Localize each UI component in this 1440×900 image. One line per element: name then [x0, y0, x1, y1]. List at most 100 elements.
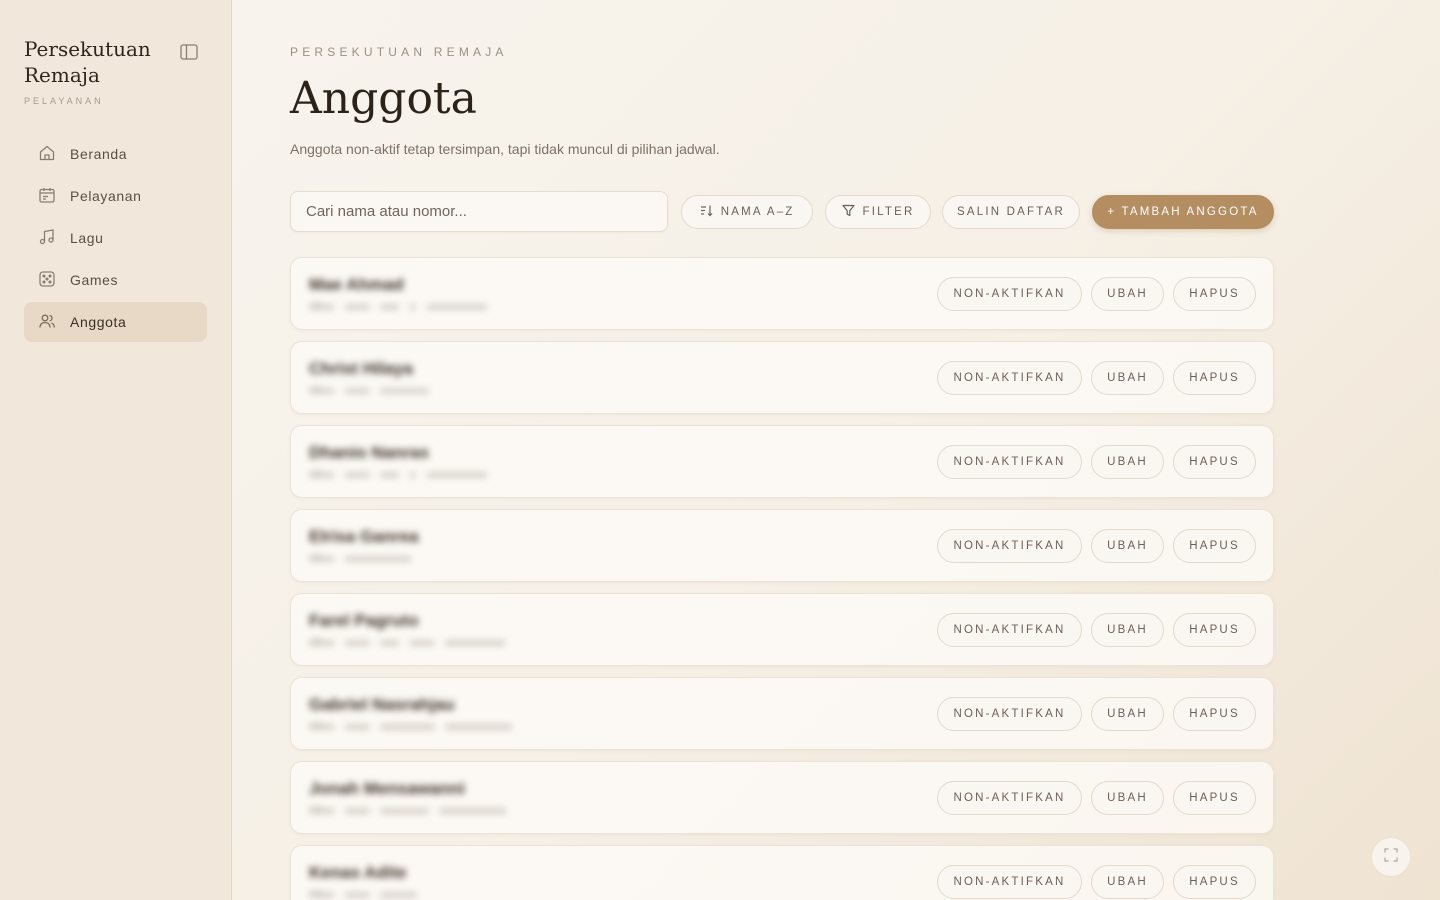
member-row: Mae Ahmad 08xx · xxxx · xxx · x · xxxxxx… — [290, 257, 1274, 330]
edit-button[interactable]: UBAH — [1091, 780, 1164, 815]
edit-button[interactable]: UBAH — [1091, 696, 1164, 731]
member-actions: NON-AKTIFKAN UBAH HAPUS — [937, 612, 1256, 647]
deactivate-button[interactable]: NON-AKTIFKAN — [937, 780, 1082, 815]
sidebar-nav: Beranda Pelayanan Lagu Games Anggota — [24, 134, 207, 342]
deactivate-button[interactable]: NON-AKTIFKAN — [937, 528, 1082, 563]
page-title: Anggota — [290, 73, 477, 124]
member-info: Elrisa Ganrea 08xx · xxxxxxxxxxx — [309, 527, 419, 565]
deactivate-button[interactable]: NON-AKTIFKAN — [937, 864, 1082, 899]
delete-button[interactable]: HAPUS — [1173, 528, 1256, 563]
sidebar-item-label: Pelayanan — [70, 188, 142, 204]
music-icon — [38, 228, 56, 249]
member-meta: 08xx · xxxx · xxxxxxxx — [309, 384, 429, 397]
search-input[interactable] — [290, 191, 669, 232]
member-name: Christ Hilaya — [309, 358, 413, 378]
member-info: Kenas Adite 08xx · xxxx · xxxxxx — [309, 863, 417, 900]
sidebar-item-label: Beranda — [70, 146, 128, 162]
member-name: Dhanio Nanras — [309, 442, 429, 462]
edit-button[interactable]: UBAH — [1091, 444, 1164, 479]
fullscreen-button[interactable] — [1371, 837, 1411, 877]
member-name: Farel Pagruto — [309, 610, 419, 630]
member-meta: 08xx · xxxx · xxxxxxxx · xxxxxxxxxxx — [309, 804, 507, 817]
member-meta: 08xx · xxxx · xxxxxxxxx · xxxxxxxxxxx — [309, 720, 513, 733]
edit-button[interactable]: UBAH — [1091, 612, 1164, 647]
member-actions: NON-AKTIFKAN UBAH HAPUS — [937, 444, 1256, 479]
brand-title: Persekutuan Remaja — [24, 37, 151, 87]
copy-list-button[interactable]: SALIN DAFTAR — [942, 194, 1080, 229]
member-name: Kenas Adite — [309, 862, 407, 882]
member-row: Elrisa Ganrea 08xx · xxxxxxxxxxx NON-AKT… — [290, 509, 1274, 582]
sidebar-item-anggota[interactable]: Anggota — [24, 302, 207, 342]
deactivate-button[interactable]: NON-AKTIFKAN — [937, 696, 1082, 731]
member-name: Jonah Mensawanni — [309, 778, 465, 798]
member-row: Christ Hilaya 08xx · xxxx · xxxxxxxx NON… — [290, 341, 1274, 414]
delete-button[interactable]: HAPUS — [1173, 612, 1256, 647]
sidebar-toggle-icon[interactable] — [180, 44, 198, 60]
member-meta: 08xx · xxxx · xxx · x · xxxxxxxxxx — [309, 468, 488, 481]
member-info: Dhanio Nanras 08xx · xxxx · xxx · x · xx… — [309, 443, 487, 481]
member-row: Kenas Adite 08xx · xxxx · xxxxxx NON-AKT… — [290, 845, 1274, 900]
member-meta: 08xx · xxxx · xxx · x · xxxxxxxxxx — [309, 300, 488, 313]
calendar-icon — [38, 186, 56, 207]
member-actions: NON-AKTIFKAN UBAH HAPUS — [937, 780, 1256, 815]
edit-button[interactable]: UBAH — [1091, 864, 1164, 899]
sidebar-item-label: Lagu — [70, 230, 104, 246]
users-icon — [38, 312, 56, 333]
delete-button[interactable]: HAPUS — [1173, 780, 1256, 815]
member-info: Mae Ahmad 08xx · xxxx · xxx · x · xxxxxx… — [309, 275, 487, 313]
delete-button[interactable]: HAPUS — [1173, 864, 1256, 899]
member-info: Gabriel Nasrahjau 08xx · xxxx · xxxxxxxx… — [309, 695, 512, 733]
member-info: Farel Pagruto 08xx · xxxx · xxx · xxxx ·… — [309, 611, 505, 649]
home-icon — [38, 144, 56, 165]
member-actions: NON-AKTIFKAN UBAH HAPUS — [937, 864, 1256, 899]
edit-button[interactable]: UBAH — [1091, 276, 1164, 311]
member-name: Mae Ahmad — [309, 274, 404, 294]
member-actions: NON-AKTIFKAN UBAH HAPUS — [937, 528, 1256, 563]
toolbar: NAMA A–Z FILTER SALIN DAFTAR + TAMBAH AN… — [290, 191, 1274, 232]
sidebar-item-label: Anggota — [70, 314, 127, 330]
member-meta: 08xx · xxxx · xxxxxx — [309, 888, 417, 900]
sidebar-item-beranda[interactable]: Beranda — [24, 134, 207, 174]
sort-button[interactable]: NAMA A–Z — [681, 194, 813, 229]
sidebar-item-label: Games — [70, 272, 119, 288]
sort-label: NAMA A–Z — [720, 205, 795, 218]
member-name: Gabriel Nasrahjau — [309, 694, 455, 714]
delete-button[interactable]: HAPUS — [1173, 696, 1256, 731]
sidebar-item-games[interactable]: Games — [24, 260, 207, 300]
main-content: PERSEKUTUAN REMAJA Anggota Anggota non-a… — [232, 0, 1440, 900]
edit-button[interactable]: UBAH — [1091, 528, 1164, 563]
deactivate-button[interactable]: NON-AKTIFKAN — [937, 360, 1082, 395]
member-actions: NON-AKTIFKAN UBAH HAPUS — [937, 696, 1256, 731]
add-member-button[interactable]: + TAMBAH ANGGOTA — [1092, 194, 1274, 229]
member-row: Gabriel Nasrahjau 08xx · xxxx · xxxxxxxx… — [290, 677, 1274, 750]
delete-button[interactable]: HAPUS — [1173, 276, 1256, 311]
app-shell: Persekutuan Remaja PELAYANAN Beranda Pel… — [0, 0, 1440, 900]
member-row: Jonah Mensawanni 08xx · xxxx · xxxxxxxx … — [290, 761, 1274, 834]
deactivate-button[interactable]: NON-AKTIFKAN — [937, 444, 1082, 479]
page-subtitle: Anggota non-aktif tetap tersimpan, tapi … — [290, 141, 720, 157]
sidebar: Persekutuan Remaja PELAYANAN Beranda Pel… — [0, 0, 232, 900]
member-row: Dhanio Nanras 08xx · xxxx · xxx · x · xx… — [290, 425, 1274, 498]
sidebar-item-lagu[interactable]: Lagu — [24, 218, 207, 258]
page-eyebrow: PERSEKUTUAN REMAJA — [290, 45, 508, 59]
sidebar-item-pelayanan[interactable]: Pelayanan — [24, 176, 207, 216]
sort-icon — [700, 204, 713, 220]
filter-button[interactable]: FILTER — [825, 194, 931, 229]
member-actions: NON-AKTIFKAN UBAH HAPUS — [937, 276, 1256, 311]
delete-button[interactable]: HAPUS — [1173, 444, 1256, 479]
member-name: Elrisa Ganrea — [309, 526, 419, 546]
delete-button[interactable]: HAPUS — [1173, 360, 1256, 395]
dice-icon — [38, 270, 56, 291]
member-info: Christ Hilaya 08xx · xxxx · xxxxxxxx — [309, 359, 429, 397]
member-row: Farel Pagruto 08xx · xxxx · xxx · xxxx ·… — [290, 593, 1274, 666]
expand-icon — [1384, 847, 1398, 867]
member-actions: NON-AKTIFKAN UBAH HAPUS — [937, 360, 1256, 395]
filter-icon — [841, 204, 855, 220]
filter-label: FILTER — [862, 205, 915, 218]
brand-subtitle: PELAYANAN — [24, 96, 104, 106]
deactivate-button[interactable]: NON-AKTIFKAN — [937, 276, 1082, 311]
edit-button[interactable]: UBAH — [1091, 360, 1164, 395]
member-meta: 08xx · xxxxxxxxxxx — [309, 552, 412, 565]
deactivate-button[interactable]: NON-AKTIFKAN — [937, 612, 1082, 647]
member-info: Jonah Mensawanni 08xx · xxxx · xxxxxxxx … — [309, 779, 506, 817]
